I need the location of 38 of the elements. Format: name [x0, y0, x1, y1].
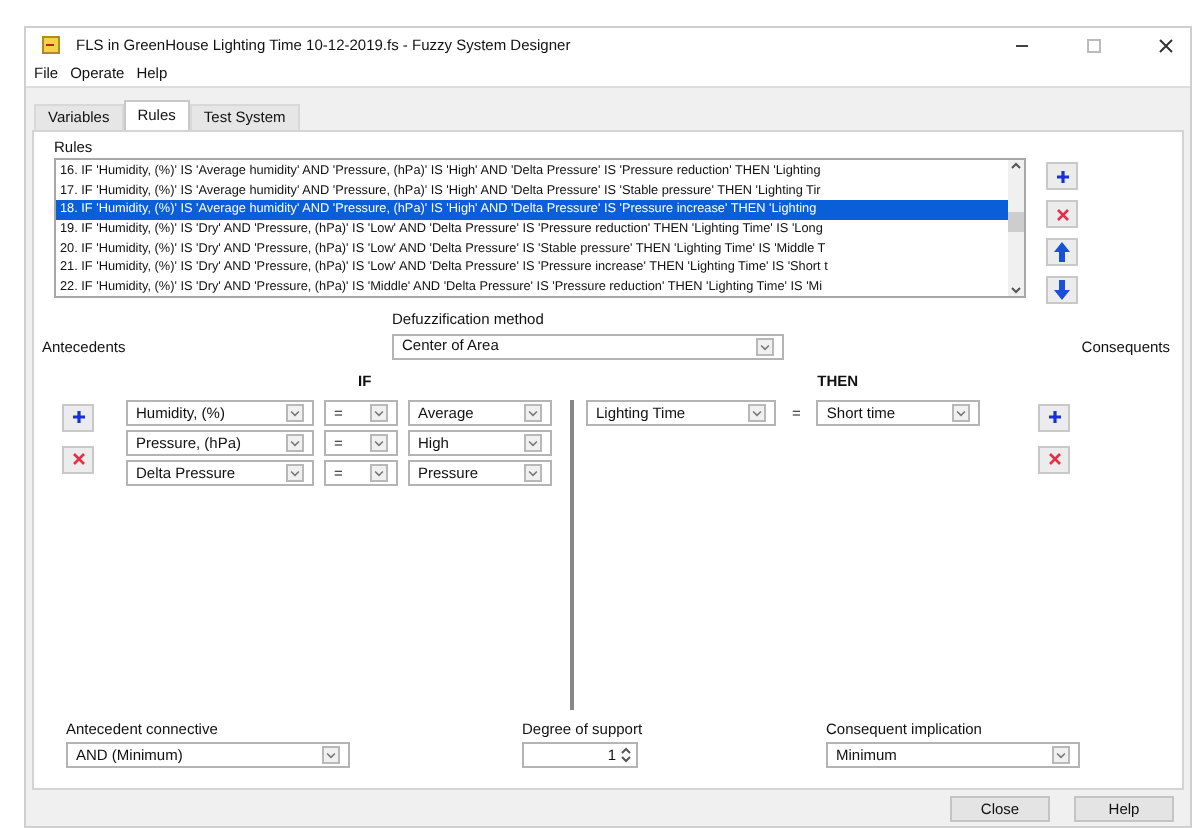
spinner-arrows-icon[interactable]: [620, 746, 632, 764]
add-rule-button[interactable]: [1046, 162, 1078, 191]
delete-icon: [71, 452, 85, 467]
dropdown-caret-icon: [1052, 746, 1070, 764]
dropdown-caret-icon: [322, 746, 340, 764]
dropdown-caret-icon: [370, 463, 388, 482]
delete-icon: [1055, 207, 1069, 222]
arrow-up-icon: [1054, 242, 1070, 263]
scroll-down-icon[interactable]: [1010, 284, 1022, 297]
scrollbar-thumb[interactable]: [1008, 212, 1024, 233]
dropdown-caret-icon: [286, 463, 304, 482]
scrollbar[interactable]: [1008, 160, 1024, 297]
plus-icon: [1055, 169, 1069, 184]
dropdown-caret-icon: [286, 403, 304, 422]
delete-antecedent-button[interactable]: [62, 445, 94, 474]
move-up-button[interactable]: [1046, 238, 1078, 267]
dropdown-caret-icon: [370, 403, 388, 422]
add-antecedent-button[interactable]: [62, 403, 94, 432]
dropdown-caret-icon: [524, 463, 542, 482]
plus-icon: [71, 410, 85, 425]
dropdown-caret-icon: [524, 403, 542, 422]
dropdown-caret-icon: [286, 433, 304, 452]
move-down-button[interactable]: [1046, 276, 1078, 305]
dropdown-caret-icon: [748, 403, 766, 422]
plus-icon: [1047, 410, 1061, 425]
dropdown-caret-icon: [524, 433, 542, 452]
close-icon[interactable]: [1158, 37, 1174, 53]
add-consequent-button[interactable]: [1038, 403, 1070, 432]
delete-icon: [1047, 452, 1061, 467]
delete-rule-button[interactable]: [1046, 200, 1078, 229]
dropdown-caret-icon: [756, 337, 774, 355]
delete-consequent-button[interactable]: [1038, 445, 1070, 474]
rules-list[interactable]: [54, 158, 1026, 299]
dropdown-caret-icon: [952, 403, 971, 422]
app-icon: [42, 36, 60, 54]
scroll-up-icon[interactable]: [1010, 160, 1022, 173]
dropdown-caret-icon: [370, 433, 388, 452]
arrow-down-icon: [1054, 280, 1070, 301]
